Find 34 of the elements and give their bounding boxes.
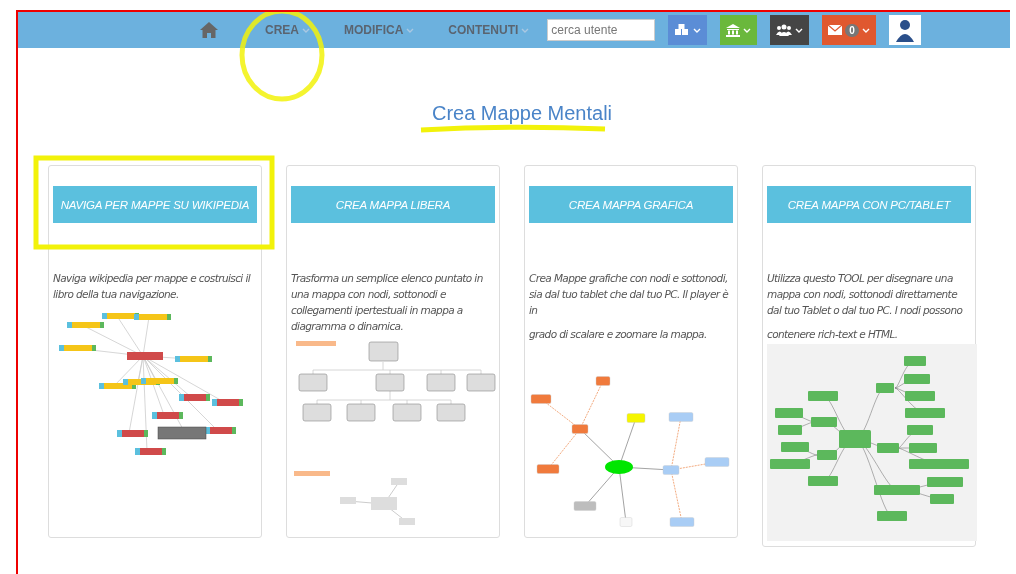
envelope-icon <box>828 25 843 35</box>
caret-icon <box>795 27 804 33</box>
menu-item[interactable]: CONTENUTI <box>448 23 530 37</box>
cubes-icon <box>674 24 691 36</box>
cubes-button[interactable] <box>668 15 708 45</box>
caret-icon <box>861 27 870 33</box>
home-icon[interactable] <box>199 21 219 39</box>
caret-icon <box>743 27 752 33</box>
card-description: Crea Mappe grafiche con nodi e sottonodi, sia dal tuo tablet che dal tuo PC. Il player è in <box>529 271 730 318</box>
bank-icon <box>726 23 741 37</box>
card-description: grado di scalare e zoomare la mappa. <box>529 327 708 342</box>
bank-button[interactable] <box>720 15 758 45</box>
menu-item[interactable]: MODIFICA <box>344 23 415 37</box>
card-description: Utilizza questo TOOL per disegnare una mappa con nodi, sottonodi direttamente dal tuo Tablet o dal tuo PC. I nodi possono <box>767 271 964 318</box>
caret-icon <box>693 27 702 33</box>
users-button[interactable] <box>770 15 810 45</box>
card-button[interactable]: CREA MAPPA LIBERA <box>291 186 495 223</box>
card-button[interactable]: CREA MAPPA GRAFICA <box>529 186 733 223</box>
user-silhouette-icon <box>894 18 915 42</box>
card-description: contenere rich-text e HTML. <box>767 327 899 342</box>
caret-icon <box>406 27 415 33</box>
page-title: Crea Mappe Mentali <box>430 101 613 126</box>
users-icon <box>776 24 793 36</box>
card-description: Naviga wikipedia per mappe e costruisci il libro della tua navigazione. <box>53 271 252 302</box>
count-badge: 0 <box>845 23 859 37</box>
card-button[interactable]: NAVIGA PER MAPPE SU WIKIPEDIA <box>53 186 257 223</box>
card-description: Trasforma un semplice elenco puntato in una mappa con nodi, sottonodi e collegamenti ipertestuali in mappa a diagramma o dinamica. <box>291 271 484 334</box>
menu-item[interactable]: CREA <box>265 23 310 37</box>
search-field[interactable]: cerca utente <box>547 19 656 41</box>
card-button[interactable]: CREA MAPPA CON PC/TABLET <box>767 186 971 223</box>
caret-icon <box>302 27 310 33</box>
caret-icon <box>521 27 530 33</box>
user-avatar[interactable] <box>888 15 921 45</box>
messages-button[interactable]: 0 <box>822 15 876 45</box>
